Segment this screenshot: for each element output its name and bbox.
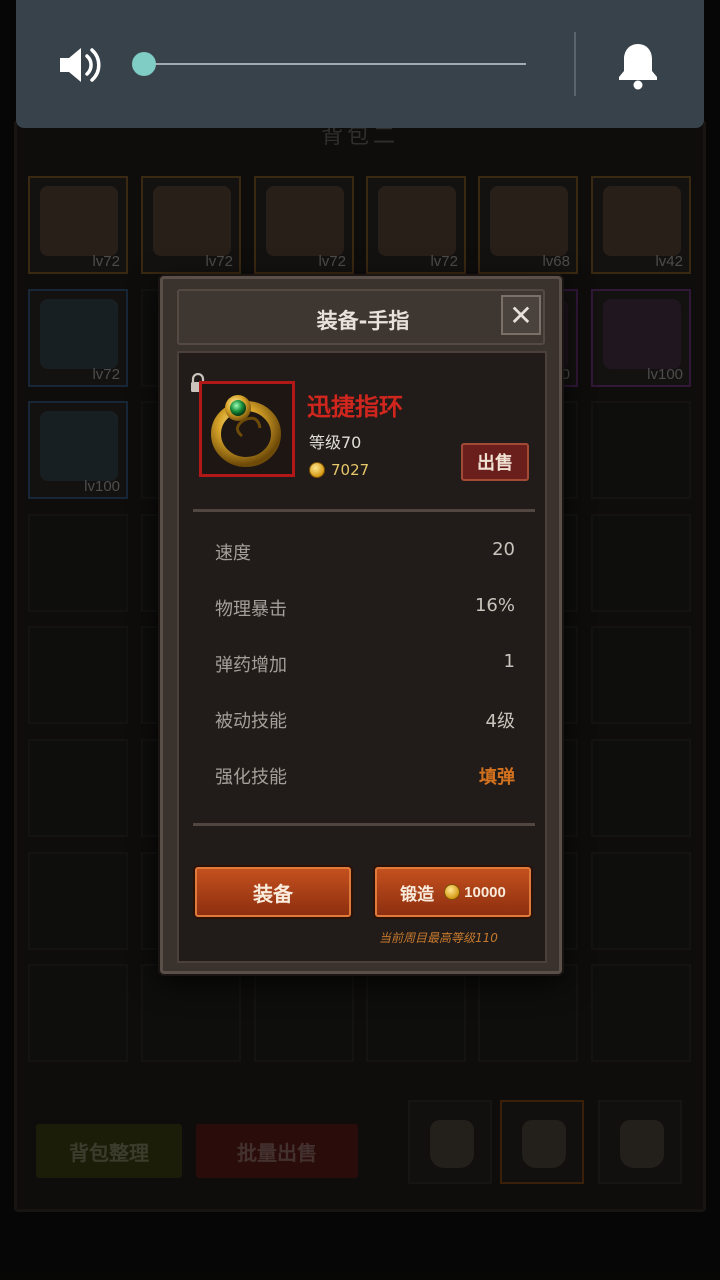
volume-overlay [16,0,704,128]
ring-icon [211,395,281,467]
volume-slider-track[interactable] [144,63,526,65]
stat-value: 1 [503,651,515,672]
close-icon: ✕ [509,298,533,332]
stat-name: 弹药增加 [215,655,287,676]
item-level: 等级70 [309,433,362,452]
stat-name: 速度 [215,543,251,564]
coin-icon [309,462,325,478]
item-name: 迅捷指环 [307,393,403,421]
sell-button[interactable]: 出售 [461,443,529,481]
bell-icon[interactable] [616,40,660,90]
stat-name: 物理暴击 [215,599,287,620]
item-price-value: 7027 [331,461,370,479]
stat-value: 20 [492,539,515,560]
forge-cost-value: 10000 [464,883,506,901]
item-price: 7027 [309,461,369,479]
forge-label: 锻造 [400,884,435,905]
volume-slider-thumb[interactable] [132,52,156,76]
item-frame [199,381,295,477]
stat-value: 4级 [485,711,515,732]
stat-value: 16% [474,595,515,616]
coin-icon [444,884,461,900]
stat-name: 强化技能 [215,767,287,788]
dialog-title: 装备-手指 [316,309,410,333]
equipment-dialog: 装备-手指 ✕ 迅捷指环 等级70 7027 出售 速度 20 物理暴击 16%… [160,276,562,974]
divider [193,509,535,512]
divider [193,823,535,826]
close-button[interactable]: ✕ [501,295,541,335]
stat-value: 填弹 [479,767,515,788]
speaker-icon[interactable] [56,42,102,88]
dialog-header: 装备-手指 [177,289,545,345]
max-level-note: 当前周目最高等级110 [379,931,498,945]
stat-name: 被动技能 [215,711,287,732]
equip-button[interactable]: 装备 [195,867,351,917]
forge-cost: 10000 [444,884,506,901]
forge-button[interactable]: 锻造 10000 [375,867,531,917]
dialog-body: 迅捷指环 等级70 7027 出售 速度 20 物理暴击 16% 弹药增加 1 被动技能 4级… [177,351,547,963]
divider [574,32,576,96]
